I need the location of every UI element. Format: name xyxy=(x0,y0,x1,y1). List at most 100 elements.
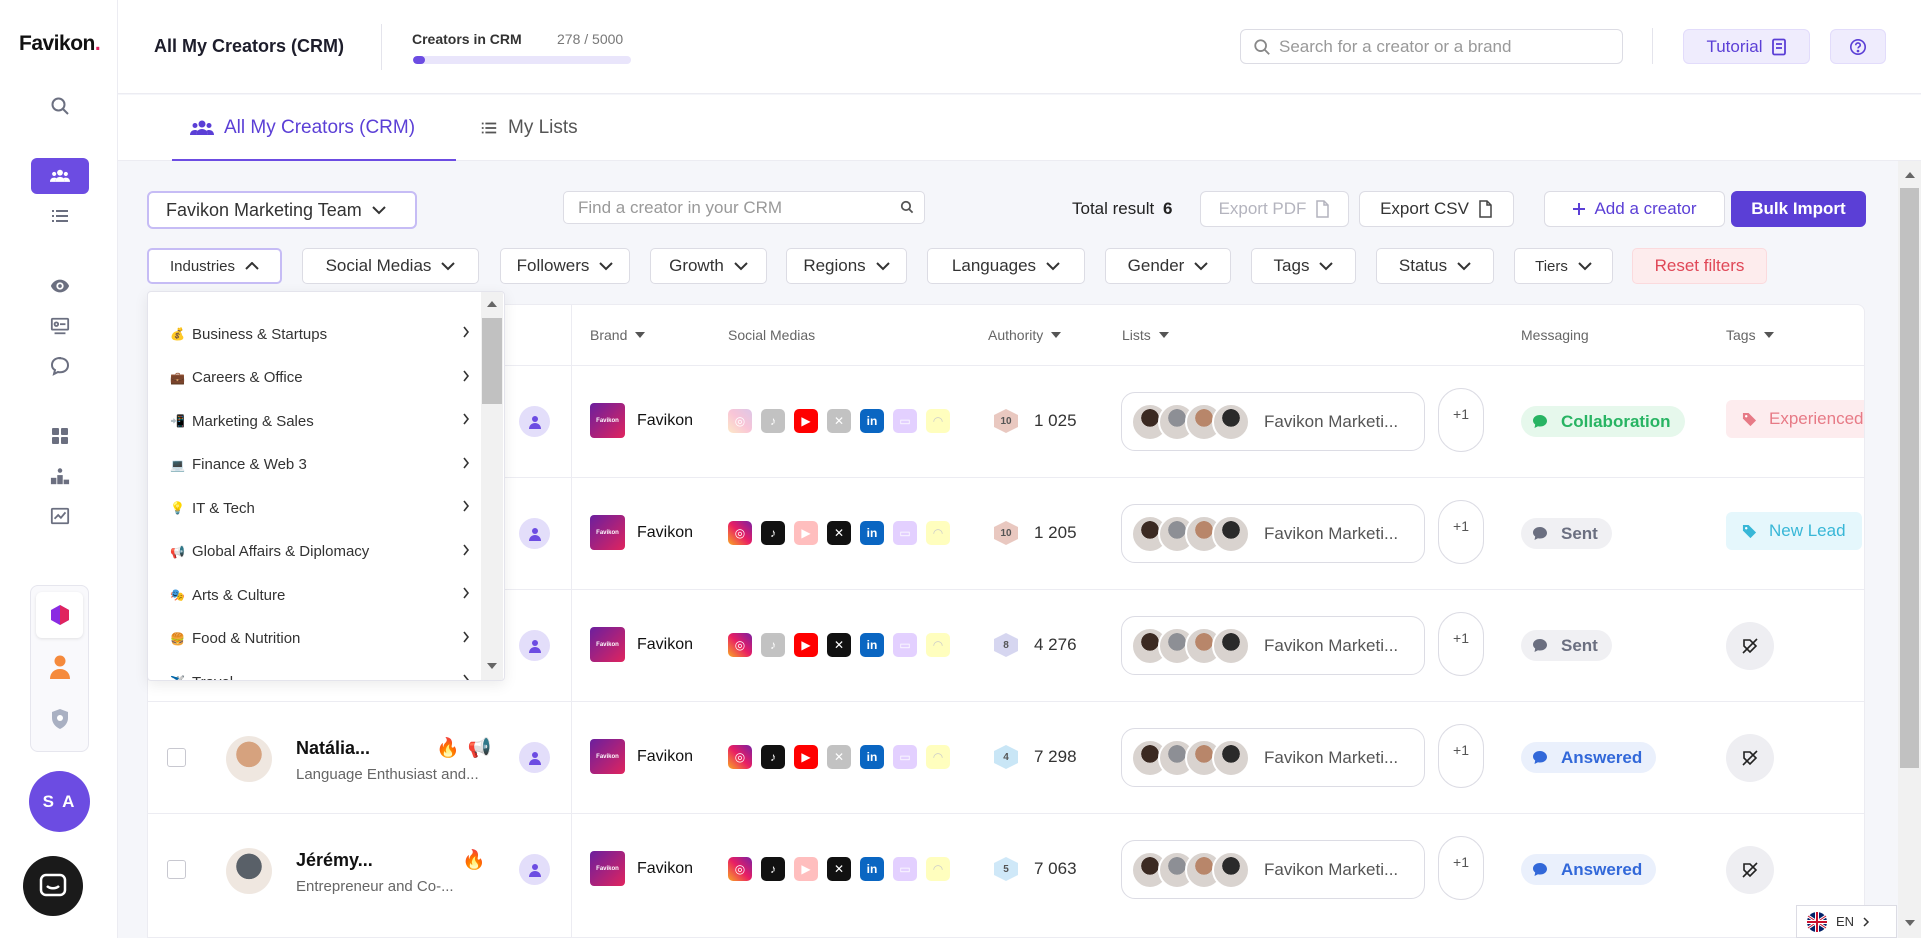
tiktok-icon[interactable]: ♪ xyxy=(761,409,785,433)
filter-industries[interactable]: Industries xyxy=(147,248,282,284)
tag-chip[interactable]: Experienced xyxy=(1726,400,1864,438)
scroll-up-arrow-icon[interactable] xyxy=(487,301,497,307)
help-button[interactable] xyxy=(1830,29,1886,64)
analytics-nav-button[interactable] xyxy=(31,498,89,534)
x-twitter-icon[interactable]: ✕ xyxy=(827,745,851,769)
youtube-icon[interactable]: ▶ xyxy=(794,409,818,433)
column-header-tags[interactable]: Tags xyxy=(1726,327,1774,343)
messages-nav-button[interactable] xyxy=(31,348,89,384)
filter-tiers[interactable]: Tiers xyxy=(1514,248,1613,284)
scroll-down-arrow-icon[interactable] xyxy=(1905,920,1915,926)
snapchat-icon[interactable]: ◠ xyxy=(926,857,950,881)
youtube-icon[interactable]: ▶ xyxy=(794,521,818,545)
more-lists-button[interactable]: +1 xyxy=(1438,836,1484,900)
creator-avatar[interactable] xyxy=(226,736,272,782)
filter-languages[interactable]: Languages xyxy=(927,248,1085,284)
instagram-icon[interactable]: ◎ xyxy=(728,409,752,433)
snapchat-icon[interactable]: ◠ xyxy=(926,521,950,545)
twitch-icon[interactable]: ▭ xyxy=(893,521,917,545)
page-scroll-thumb[interactable] xyxy=(1900,188,1919,768)
x-twitter-icon[interactable]: ✕ xyxy=(827,521,851,545)
industry-option[interactable]: 💼 Careers & Office xyxy=(170,367,470,389)
workspace-item-creator[interactable] xyxy=(36,644,83,690)
twitch-icon[interactable]: ▭ xyxy=(893,745,917,769)
tag-chip[interactable]: New Lead xyxy=(1726,512,1862,550)
linkedin-icon[interactable]: in xyxy=(860,521,884,545)
lists-pill[interactable]: Favikon Marketi... xyxy=(1121,840,1425,899)
industry-option[interactable]: ✈️Travel xyxy=(170,671,470,680)
add-creator-button[interactable]: Add a creator xyxy=(1544,191,1725,227)
industry-option[interactable]: 📲 Marketing & Sales xyxy=(170,410,470,432)
crm-search-input[interactable]: Find a creator in your CRM xyxy=(563,191,925,224)
youtube-icon[interactable]: ▶ xyxy=(794,857,818,881)
brand-cell[interactable]: Favikon Favikon xyxy=(590,515,693,550)
export-pdf-button[interactable]: Export PDF xyxy=(1200,191,1349,227)
support-chat-button[interactable] xyxy=(23,856,83,916)
creator-name[interactable]: Jérémy... xyxy=(296,850,373,871)
filter-status[interactable]: Status xyxy=(1376,248,1494,284)
twitch-icon[interactable]: ▭ xyxy=(893,857,917,881)
brand-cell[interactable]: Favikon Favikon xyxy=(590,739,693,774)
brand-cell[interactable]: Favikon Favikon xyxy=(590,851,693,886)
messaging-status[interactable]: Answered xyxy=(1521,742,1657,773)
messaging-status[interactable]: Sent xyxy=(1521,630,1612,661)
tab-all-creators[interactable]: All My Creators (CRM) xyxy=(190,117,415,139)
tiktok-icon[interactable]: ♪ xyxy=(761,745,785,769)
assignee-button[interactable] xyxy=(519,406,550,437)
filter-social-medias[interactable]: Social Medias xyxy=(302,248,479,284)
more-lists-button[interactable]: +1 xyxy=(1438,724,1484,788)
workspace-item-brand[interactable] xyxy=(36,592,83,638)
no-tag-button[interactable] xyxy=(1726,846,1774,894)
workspace-item-admin[interactable] xyxy=(36,696,83,742)
language-selector[interactable]: EN xyxy=(1796,905,1897,938)
team-select[interactable]: Favikon Marketing Team xyxy=(147,191,417,229)
watch-nav-button[interactable] xyxy=(31,268,89,304)
lists-pill[interactable]: Favikon Marketi... xyxy=(1121,504,1425,563)
snapchat-icon[interactable]: ◠ xyxy=(926,745,950,769)
lists-pill[interactable]: Favikon Marketi... xyxy=(1121,616,1425,675)
linkedin-icon[interactable]: in xyxy=(860,857,884,881)
tiktok-icon[interactable]: ♪ xyxy=(761,857,785,881)
youtube-icon[interactable]: ▶ xyxy=(794,745,818,769)
column-header-brand[interactable]: Brand xyxy=(590,327,646,343)
x-twitter-icon[interactable]: ✕ xyxy=(827,633,851,657)
export-csv-button[interactable]: Export CSV xyxy=(1359,191,1514,227)
messaging-status[interactable]: Answered xyxy=(1521,854,1657,885)
tab-my-lists[interactable]: My Lists xyxy=(480,117,578,139)
scroll-down-arrow-icon[interactable] xyxy=(487,663,497,669)
industry-option[interactable]: 📢 Global Affairs & Diplomacy xyxy=(170,541,470,563)
dropdown-scroll-thumb[interactable] xyxy=(482,318,502,404)
creator-avatar[interactable] xyxy=(226,848,272,894)
bulk-import-button[interactable]: Bulk Import xyxy=(1731,191,1866,227)
brand-cell[interactable]: Favikon Favikon xyxy=(590,627,693,662)
snapchat-icon[interactable]: ◠ xyxy=(926,633,950,657)
twitch-icon[interactable]: ▭ xyxy=(893,633,917,657)
assignee-button[interactable] xyxy=(519,742,550,773)
snapchat-icon[interactable]: ◠ xyxy=(926,409,950,433)
creators-nav-button[interactable] xyxy=(31,158,89,194)
row-checkbox[interactable] xyxy=(167,860,186,879)
search-nav-button[interactable] xyxy=(31,88,89,124)
industry-option[interactable]: 🎭 Arts & Culture xyxy=(170,584,470,606)
linkedin-icon[interactable]: in xyxy=(860,745,884,769)
global-search-input[interactable]: Search for a creator or a brand xyxy=(1240,29,1623,64)
filter-growth[interactable]: Growth xyxy=(650,248,767,284)
more-lists-button[interactable]: +1 xyxy=(1438,612,1484,676)
linkedin-icon[interactable]: in xyxy=(860,633,884,657)
filter-followers[interactable]: Followers xyxy=(500,248,630,284)
more-lists-button[interactable]: +1 xyxy=(1438,500,1484,564)
column-header-lists[interactable]: Lists xyxy=(1122,327,1169,343)
lists-pill[interactable]: Favikon Marketi... xyxy=(1121,392,1425,451)
campaigns-nav-button[interactable] xyxy=(31,308,89,344)
column-header-authority[interactable]: Authority xyxy=(988,327,1062,343)
instagram-icon[interactable]: ◎ xyxy=(728,633,752,657)
youtube-icon[interactable]: ▶ xyxy=(794,633,818,657)
no-tag-button[interactable] xyxy=(1726,622,1774,670)
x-twitter-icon[interactable]: ✕ xyxy=(827,409,851,433)
industry-option[interactable]: 🍔 Food & Nutrition xyxy=(170,628,470,650)
tutorial-button[interactable]: Tutorial xyxy=(1683,29,1810,64)
instagram-icon[interactable]: ◎ xyxy=(728,521,752,545)
no-tag-button[interactable] xyxy=(1726,734,1774,782)
assignee-button[interactable] xyxy=(519,630,550,661)
messaging-status[interactable]: Sent xyxy=(1521,518,1612,549)
